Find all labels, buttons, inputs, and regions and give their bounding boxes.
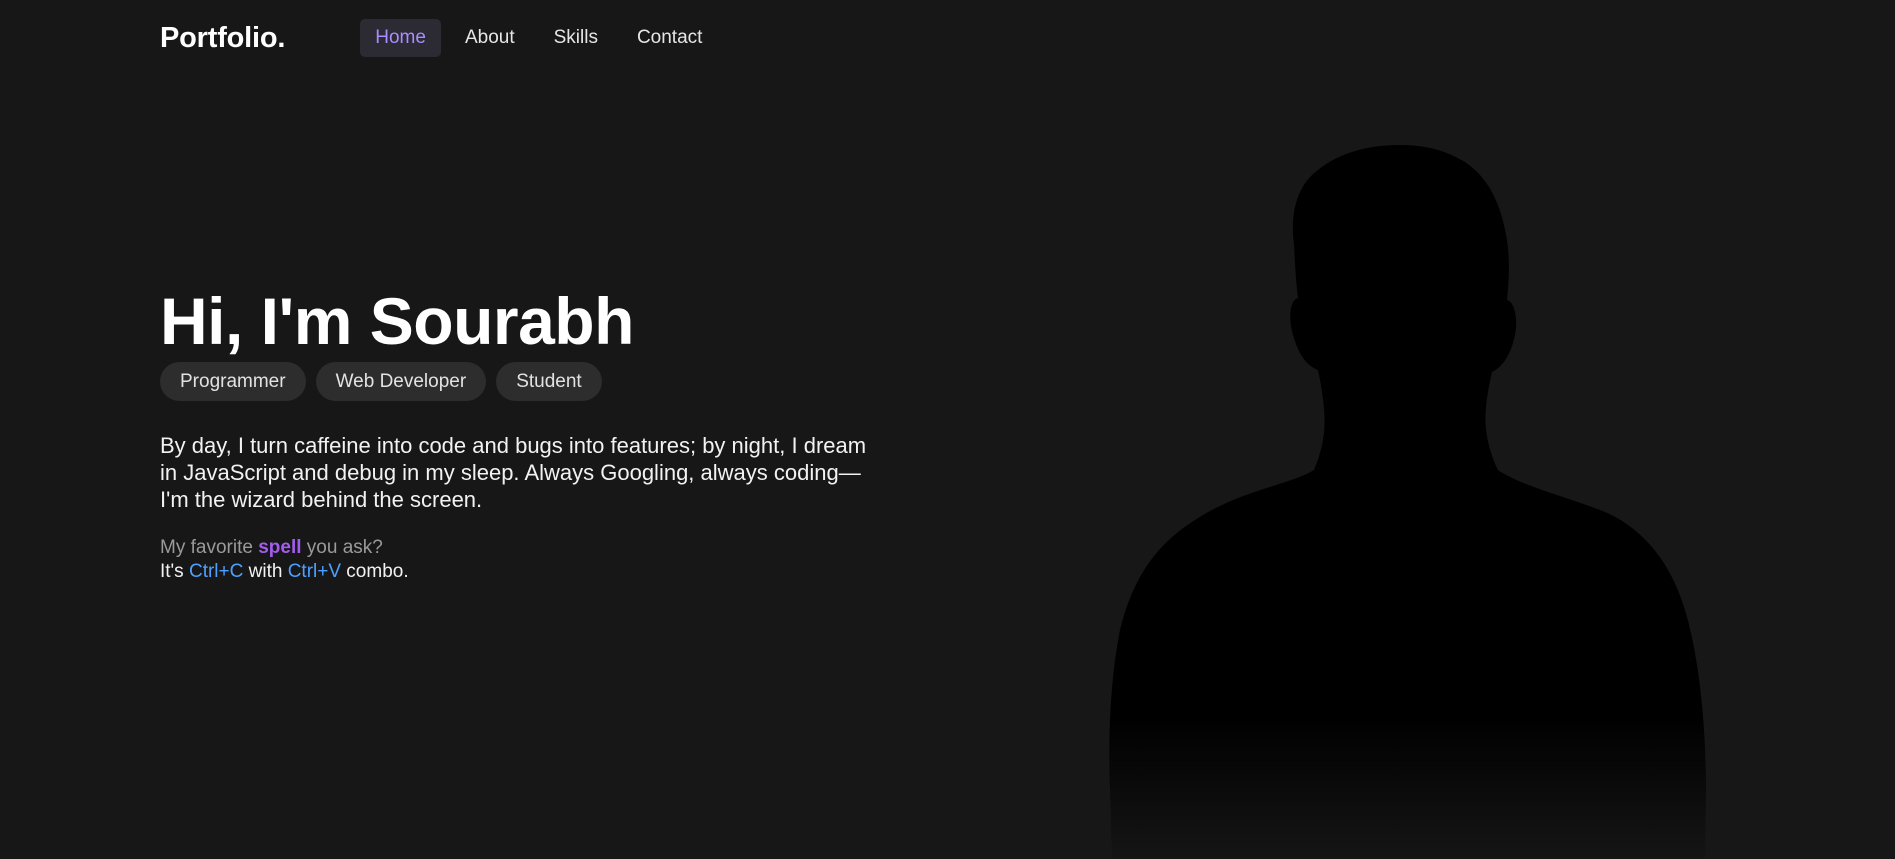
spell-prefix: My favorite xyxy=(160,537,259,558)
spell-suffix: you ask? xyxy=(301,537,383,558)
nav-contact[interactable]: Contact xyxy=(622,19,717,57)
tag-student: Student xyxy=(496,362,602,401)
nav-about[interactable]: About xyxy=(450,19,530,57)
spell-word: spell xyxy=(258,537,302,558)
spell-question: My favorite spell you ask? xyxy=(160,536,880,560)
logo[interactable]: Portfolio. xyxy=(160,22,285,55)
key-ctrl-v: Ctrl+V xyxy=(287,561,342,582)
tag-programmer: Programmer xyxy=(160,362,306,401)
page: Portfolio. Home About Skills Contact Hi,… xyxy=(0,0,1895,859)
role-tags: Programmer Web Developer Student xyxy=(160,362,880,401)
main-nav: Home About Skills Contact xyxy=(360,19,722,57)
tag-web-developer: Web Developer xyxy=(315,362,487,401)
key-ctrl-c: Ctrl+C xyxy=(188,561,244,582)
hero-section: Hi, I'm Sourabh Programmer Web Developer… xyxy=(160,282,880,584)
profile-silhouette-icon xyxy=(1100,140,1720,859)
spell-answer: It's Ctrl+C with Ctrl+V combo. xyxy=(160,560,880,584)
combo-prefix: It's xyxy=(160,561,189,582)
combo-suffix: combo. xyxy=(341,561,409,582)
nav-skills[interactable]: Skills xyxy=(539,19,613,57)
hero-bio: By day, I turn caffeine into code and bu… xyxy=(160,433,867,512)
combo-mid: with xyxy=(243,561,288,582)
site-header: Portfolio. Home About Skills Contact xyxy=(160,18,722,58)
hero-title: Hi, I'm Sourabh xyxy=(160,284,634,358)
nav-home[interactable]: Home xyxy=(360,19,441,57)
